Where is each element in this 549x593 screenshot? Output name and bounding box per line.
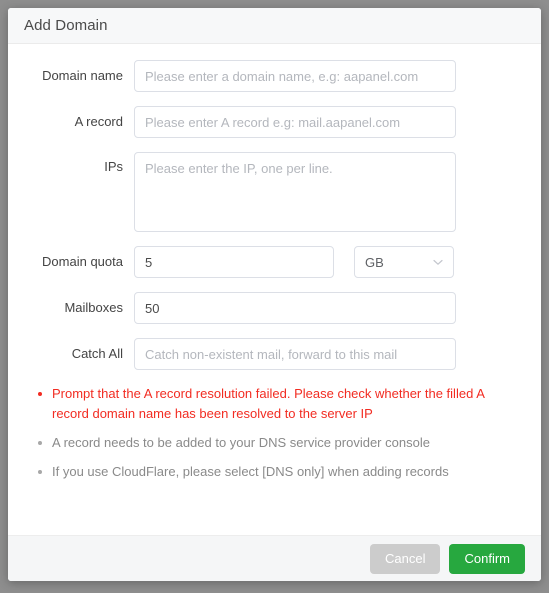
ips-textarea[interactable] <box>134 152 456 232</box>
note-item: If you use CloudFlare, please select [DN… <box>38 462 517 482</box>
mailboxes-label: Mailboxes <box>64 300 123 315</box>
cancel-button[interactable]: Cancel <box>370 543 441 574</box>
page-title: Add Domain <box>24 17 108 34</box>
note-item-error: Prompt that the A record resolution fail… <box>38 384 517 424</box>
a-record-field-wrap <box>134 106 541 138</box>
form-row-mailboxes: Mailboxes <box>8 292 541 324</box>
dialog-body: Domain name A record IPs Domain quota GB <box>8 44 541 535</box>
mailboxes-input[interactable] <box>134 292 456 324</box>
notes-list: Prompt that the A record resolution fail… <box>8 384 541 482</box>
form-row-domain-name: Domain name <box>8 60 541 92</box>
domain-quota-label: Domain quota <box>42 254 123 269</box>
domain-quota-field-wrap: GB <box>134 246 541 278</box>
catch-all-label: Catch All <box>71 346 123 361</box>
catch-all-field-wrap <box>134 338 541 370</box>
a-record-input[interactable] <box>134 106 456 138</box>
form-row-a-record: A record <box>8 106 541 138</box>
domain-quota-unit-select[interactable]: GB <box>354 246 454 278</box>
confirm-button[interactable]: Confirm <box>449 543 525 574</box>
form-row-catch-all: Catch All <box>8 338 541 370</box>
mailboxes-field-wrap <box>134 292 541 324</box>
form-row-ips: IPs <box>8 152 541 232</box>
form-row-domain-quota: Domain quota GB <box>8 246 541 278</box>
dialog-header: Add Domain <box>8 8 541 44</box>
domain-name-label: Domain name <box>42 68 123 83</box>
domain-name-field-wrap <box>134 60 541 92</box>
domain-quota-unit-value: GB <box>365 254 384 270</box>
catch-all-input[interactable] <box>134 338 456 370</box>
dialog-footer: Cancel Confirm <box>8 535 541 581</box>
add-domain-dialog: Add Domain Domain name A record IPs Doma… <box>8 8 541 581</box>
chevron-down-icon <box>432 256 444 268</box>
domain-name-input[interactable] <box>134 60 456 92</box>
domain-quota-input[interactable] <box>134 246 334 278</box>
ips-label: IPs <box>104 159 123 174</box>
a-record-label: A record <box>74 114 123 129</box>
ips-field-wrap <box>134 152 541 232</box>
note-item: A record needs to be added to your DNS s… <box>38 433 517 453</box>
